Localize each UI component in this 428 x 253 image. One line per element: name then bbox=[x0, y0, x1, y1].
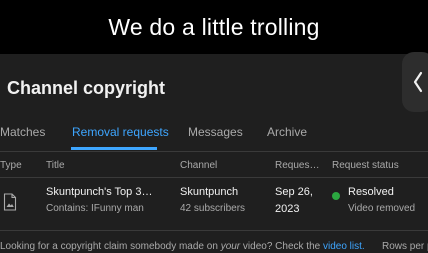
column-header-request-status[interactable]: Request status bbox=[332, 160, 399, 171]
row-title[interactable]: Skuntpunch's Top 3… bbox=[46, 186, 152, 198]
meme-caption: We do a little trolling bbox=[0, 0, 428, 54]
row-divider bbox=[0, 230, 428, 231]
page-title: Channel copyright bbox=[7, 78, 166, 98]
row-date-line2: 2023 bbox=[275, 203, 300, 215]
row-date-line1: Sep 26, bbox=[275, 186, 313, 198]
tab-matches[interactable]: Matches bbox=[0, 125, 45, 139]
footer-hint: Looking for a copyright claim somebody m… bbox=[0, 241, 428, 252]
rows-per-page-label: Rows per p bbox=[382, 241, 428, 252]
tabs-divider bbox=[0, 151, 428, 152]
footer-text-emphasis: your bbox=[220, 241, 241, 252]
tab-archive[interactable]: Archive bbox=[267, 125, 307, 139]
video-list-link[interactable]: video list. bbox=[323, 241, 365, 252]
row-channel[interactable]: Skuntpunch bbox=[180, 186, 238, 198]
status-indicator-dot bbox=[332, 192, 340, 200]
footer-text-before: Looking for a copyright claim somebody m… bbox=[0, 241, 221, 252]
column-header-requested[interactable]: Reques… bbox=[275, 160, 319, 171]
row-subscribers: 42 subscribers bbox=[180, 203, 246, 214]
row-contains: Contains: IFunny man bbox=[46, 203, 144, 214]
row-status-detail: Video removed bbox=[348, 203, 416, 214]
active-tab-indicator bbox=[71, 147, 157, 150]
footer-text-after: video? Check the bbox=[240, 241, 323, 252]
chevron-left-icon bbox=[413, 71, 423, 93]
column-header-channel[interactable]: Channel bbox=[180, 160, 217, 171]
tab-removal-requests[interactable]: Removal requests bbox=[72, 125, 169, 139]
meme-caption-text: We do a little trolling bbox=[108, 13, 320, 40]
channel-copyright-screen: Channel copyright Matches Removal reques… bbox=[0, 52, 428, 253]
back-button[interactable] bbox=[402, 52, 428, 112]
column-header-title[interactable]: Title bbox=[46, 160, 65, 171]
tab-messages[interactable]: Messages bbox=[188, 125, 243, 139]
document-image-icon bbox=[3, 193, 17, 211]
tab-bar: Matches Removal requests Messages Archiv… bbox=[0, 118, 428, 150]
row-status: Resolved bbox=[348, 186, 394, 198]
table-row[interactable]: Skuntpunch's Top 3… Contains: IFunny man… bbox=[0, 178, 428, 230]
column-header-type[interactable]: Type bbox=[0, 160, 22, 171]
